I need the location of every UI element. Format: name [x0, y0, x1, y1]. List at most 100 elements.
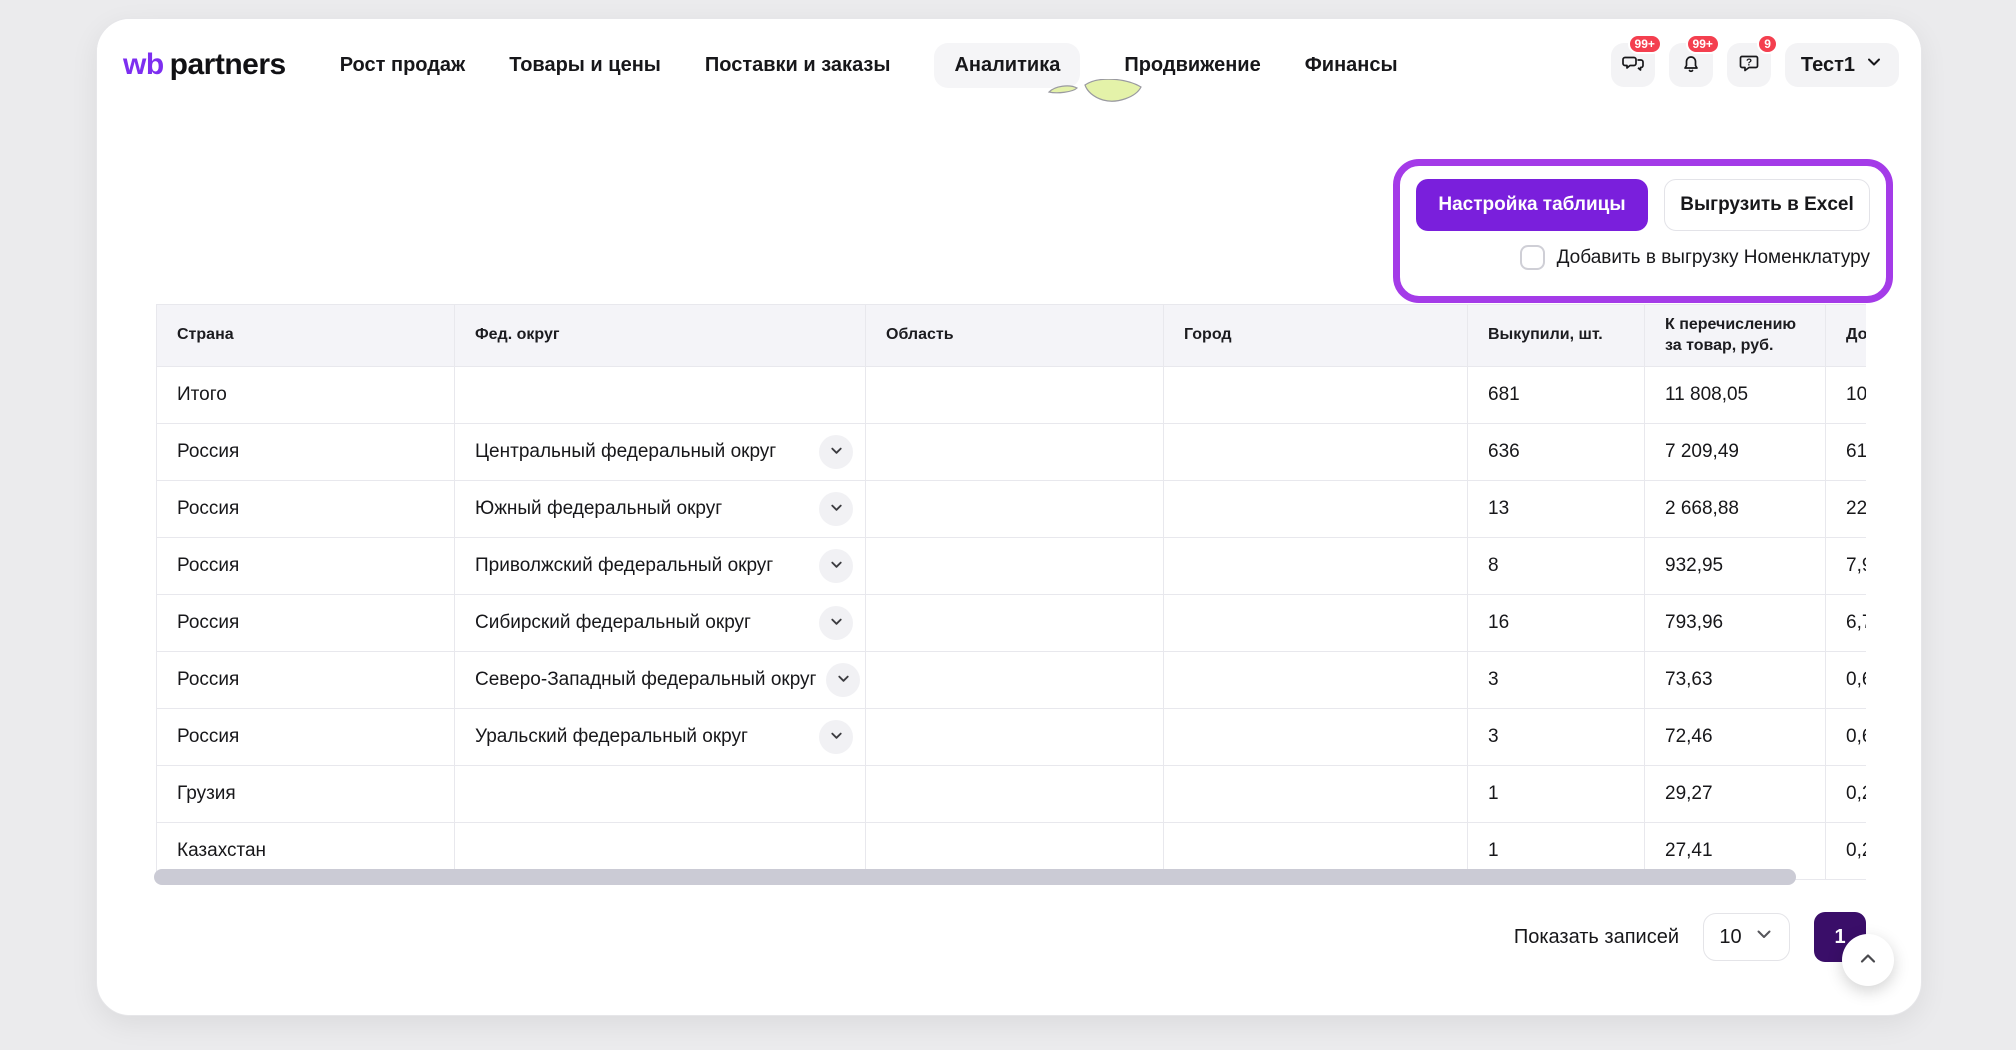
messages-button[interactable]: 99+ — [1611, 43, 1655, 87]
cell-country: Россия — [157, 595, 455, 652]
cell-share: 0,2 — [1826, 766, 1867, 823]
cell-payout: 73,63 — [1645, 652, 1826, 709]
cell-city — [1164, 367, 1468, 424]
top-navigation-bar: wbpartners Рост продаж Товары и цены Поста… — [97, 19, 1921, 111]
chat-icon — [1621, 51, 1645, 80]
cell-share: 6,7 — [1826, 595, 1867, 652]
column-header: К перечислению за товар, руб. — [1645, 305, 1826, 367]
district-name: Сибирский федеральный округ — [475, 612, 751, 634]
cell-purchased: 636 — [1468, 424, 1645, 481]
nav-item[interactable]: Финансы — [1305, 43, 1398, 88]
district-name: Приволжский федеральный округ — [475, 555, 773, 577]
column-header: Область — [866, 305, 1164, 367]
cell-district — [455, 766, 866, 823]
cell-payout: 11 808,05 — [1645, 367, 1826, 424]
cell-city — [1164, 709, 1468, 766]
expand-district-button[interactable] — [819, 549, 853, 583]
cell-district — [455, 367, 866, 424]
pagination-bar: Показать записей 10 1 — [97, 912, 1866, 962]
table-body: Итого 68111 808,0510РоссияЦентральный фед… — [157, 367, 1867, 880]
cell-city — [1164, 595, 1468, 652]
account-menu-button[interactable]: Тест1 — [1785, 43, 1899, 87]
chevron-down-icon — [1865, 53, 1883, 77]
main-nav: Рост продаж Товары и цены Поставки и заказ… — [340, 43, 1398, 88]
nav-item[interactable]: Поставки и заказы — [705, 43, 891, 88]
cell-payout: 29,27 — [1645, 766, 1826, 823]
cell-payout: 7 209,49 — [1645, 424, 1826, 481]
cell-region — [866, 481, 1164, 538]
table-row: Итого 68111 808,0510 — [157, 367, 1867, 424]
expand-district-button[interactable] — [819, 720, 853, 754]
nav-item[interactable]: Товары и цены — [509, 43, 661, 88]
main-panel: wbpartners Рост продаж Товары и цены Поста… — [96, 18, 1922, 1016]
analytics-table: СтранаФед. округОбластьГородВыкупили, шт… — [156, 304, 1866, 880]
cell-city — [1164, 481, 1468, 538]
column-header: Фед. округ — [455, 305, 866, 367]
page-size-value: 10 — [1719, 926, 1741, 949]
messages-badge: 99+ — [1628, 34, 1662, 54]
chevron-down-icon — [836, 671, 851, 689]
cell-share: 0,6 — [1826, 652, 1867, 709]
logo-partners: partners — [170, 48, 286, 82]
district-name: Южный федеральный округ — [475, 498, 722, 520]
chevron-down-icon — [829, 614, 844, 632]
cell-payout: 72,46 — [1645, 709, 1826, 766]
cell-purchased: 3 — [1468, 652, 1645, 709]
table-row: РоссияСибирский федеральный округ16793,9… — [157, 595, 1867, 652]
column-header: Город — [1164, 305, 1468, 367]
cell-purchased: 681 — [1468, 367, 1645, 424]
cell-share: 10 — [1826, 367, 1867, 424]
cell-region — [866, 538, 1164, 595]
cell-share: 0,2 — [1826, 823, 1867, 880]
cell-purchased: 1 — [1468, 766, 1645, 823]
toolbar-buttons-row: Настройка таблицы Выгрузить в Excel — [1416, 179, 1870, 231]
chevron-down-icon — [829, 500, 844, 518]
wb-partners-logo[interactable]: wbpartners — [123, 48, 286, 82]
horizontal-scrollbar[interactable] — [154, 869, 1796, 885]
cell-country: Грузия — [157, 766, 455, 823]
help-button[interactable]: ? 9 — [1727, 43, 1771, 87]
expand-district-button[interactable] — [819, 492, 853, 526]
table-row: Грузия 129,270,2 — [157, 766, 1867, 823]
table-row: Россия Северо-Западный федеральный округ 3… — [157, 652, 1867, 709]
cell-region — [866, 424, 1164, 481]
chevron-down-icon — [829, 728, 844, 746]
help-badge: 9 — [1757, 34, 1778, 54]
cell-district: Северо-Западный федеральный округ — [455, 652, 866, 709]
export-excel-button[interactable]: Выгрузить в Excel — [1664, 179, 1870, 231]
page-size-select[interactable]: 10 — [1703, 913, 1790, 961]
table-row: РоссияЦентральный федеральный округ6367 … — [157, 424, 1867, 481]
cell-region — [866, 766, 1164, 823]
column-header: До — [1826, 305, 1867, 367]
table-row: РоссияПриволжский федеральный округ8932,… — [157, 538, 1867, 595]
cell-payout: 2 668,88 — [1645, 481, 1826, 538]
expand-district-button[interactable] — [819, 435, 853, 469]
export-checkbox-row: Добавить в выгрузку Номенклатуру — [1416, 245, 1870, 270]
scroll-to-top-button[interactable] — [1842, 934, 1894, 986]
cell-country: Итого — [157, 367, 455, 424]
table-toolbar-highlight: Настройка таблицы Выгрузить в Excel Доба… — [1393, 159, 1893, 303]
cell-share: 0,6 — [1826, 709, 1867, 766]
column-header: Страна — [157, 305, 455, 367]
notifications-badge: 99+ — [1686, 34, 1720, 54]
cell-purchased: 3 — [1468, 709, 1645, 766]
cell-region — [866, 652, 1164, 709]
table-settings-button[interactable]: Настройка таблицы — [1416, 179, 1648, 231]
expand-district-button[interactable] — [826, 663, 860, 697]
svg-text:?: ? — [1746, 57, 1752, 68]
cell-district: Сибирский федеральный округ — [455, 595, 866, 652]
clipped-illustration — [1046, 79, 1146, 112]
cell-purchased: 8 — [1468, 538, 1645, 595]
notifications-button[interactable]: 99+ — [1669, 43, 1713, 87]
page-size-label: Показать записей — [1514, 926, 1679, 949]
expand-district-button[interactable] — [819, 606, 853, 640]
cell-country: Россия — [157, 652, 455, 709]
account-name: Тест1 — [1801, 54, 1855, 77]
nomenclature-checkbox[interactable] — [1520, 245, 1545, 270]
chevron-down-icon — [1754, 924, 1774, 950]
district-name: Северо-Западный федеральный округ — [475, 669, 816, 691]
cell-district: Приволжский федеральный округ — [455, 538, 866, 595]
nav-item[interactable]: Рост продаж — [340, 43, 466, 88]
table-row: РоссияУральский федеральный округ372,460… — [157, 709, 1867, 766]
cell-district: Южный федеральный округ — [455, 481, 866, 538]
